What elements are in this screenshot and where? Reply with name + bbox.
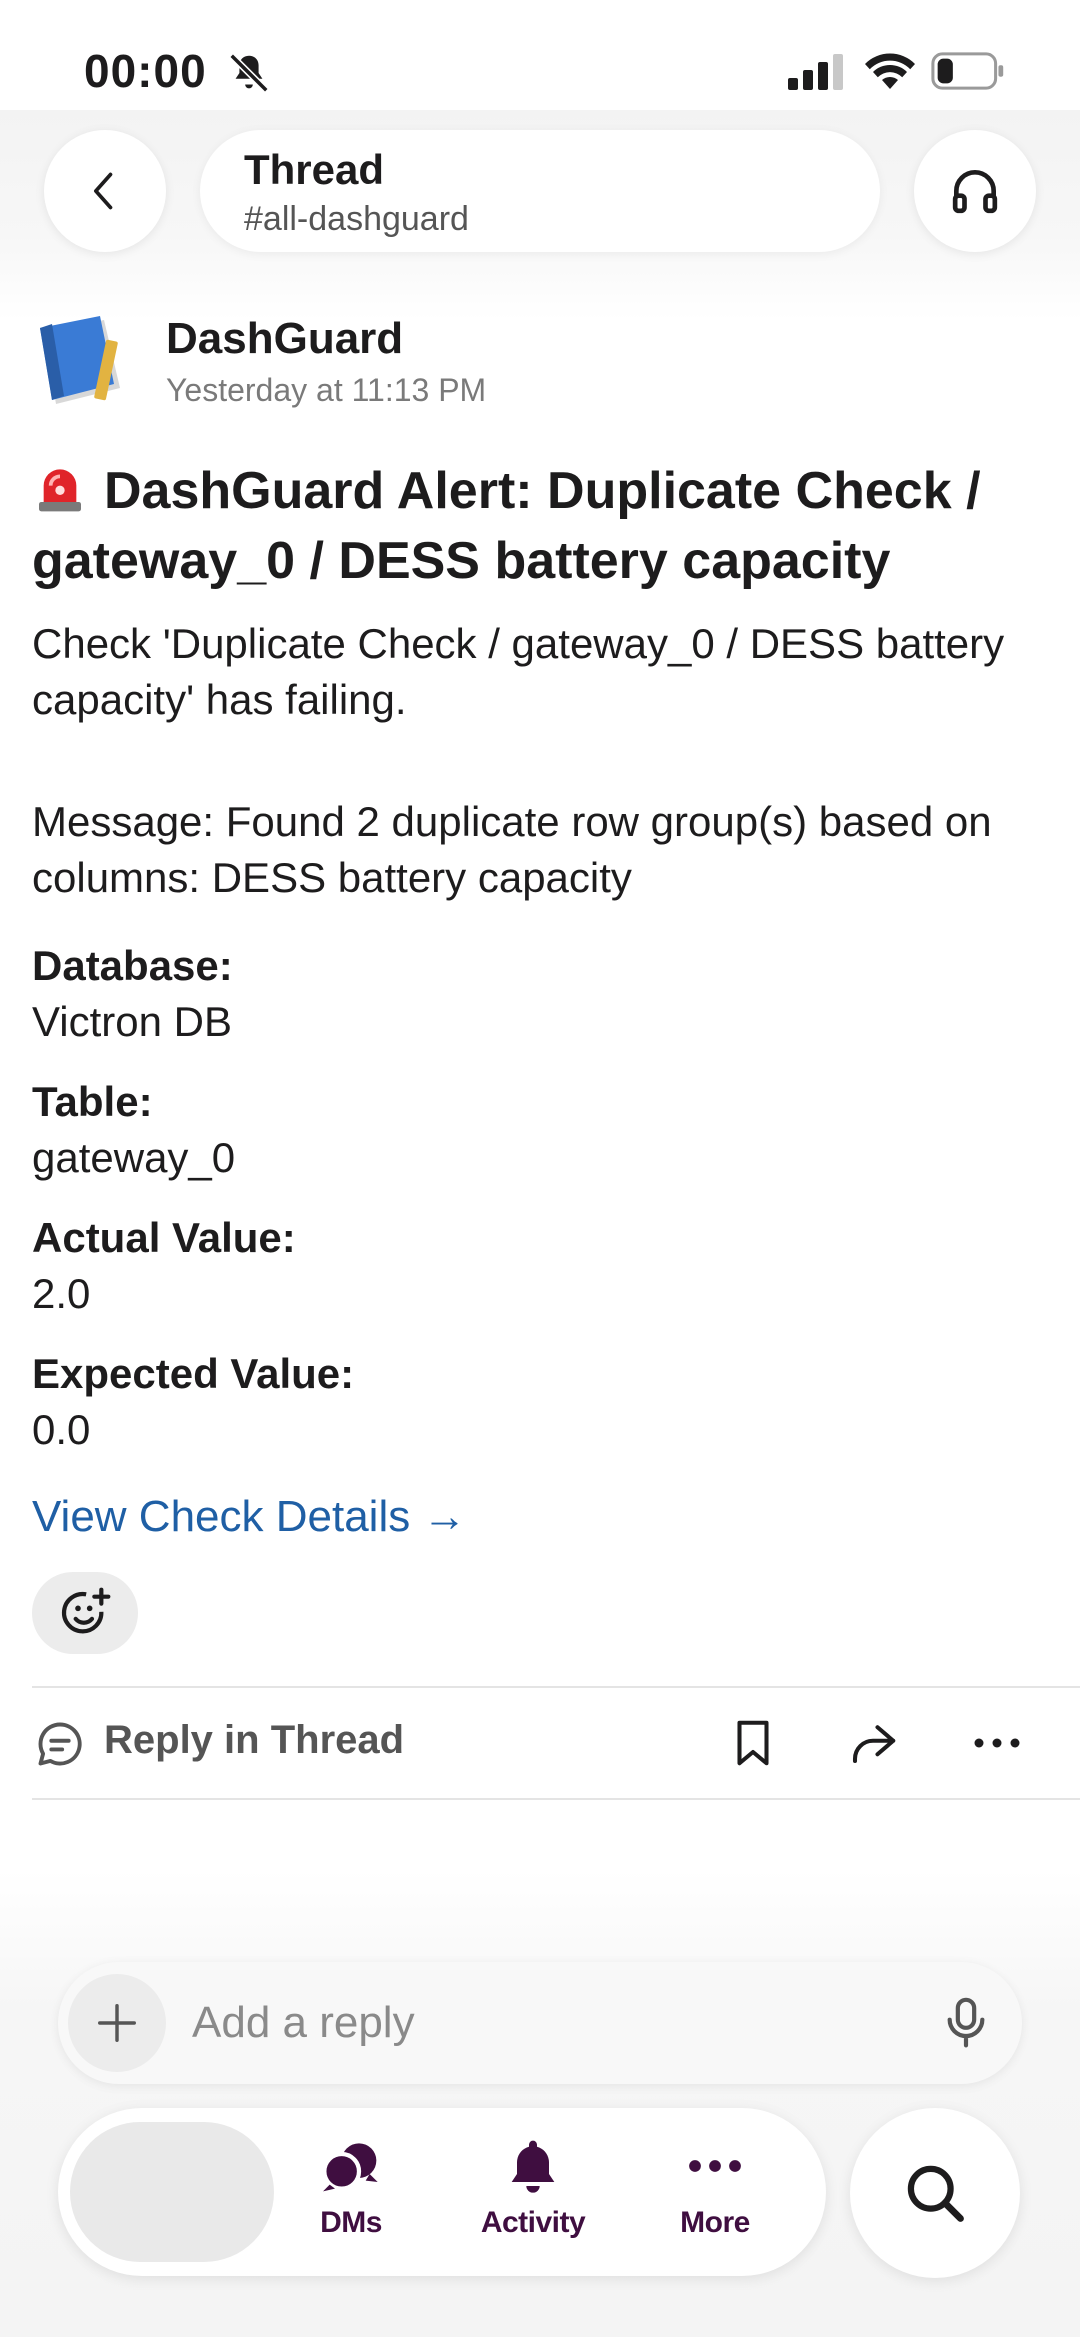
tab-activity[interactable]: Activity	[458, 2134, 608, 2254]
huddle-button[interactable]	[914, 130, 1036, 252]
divider	[32, 1686, 1080, 1688]
reply-composer	[58, 1962, 1022, 2084]
alert-title: DashGuard Alert: Duplicate Check / gatew…	[32, 456, 1042, 596]
activity-bell-icon	[511, 2140, 555, 2193]
divider	[32, 1798, 1080, 1800]
add-reaction-button[interactable]	[32, 1572, 138, 1654]
reply-in-thread-button[interactable]: Reply in Thread	[104, 1718, 404, 1763]
field-label-expected: Expected Value:	[32, 1350, 355, 1397]
message-timestamp: Yesterday at 11:13 PM	[166, 372, 487, 408]
bookmark-icon[interactable]	[726, 1716, 780, 1770]
thread-channel: #all-dashguard	[244, 200, 469, 238]
thread-title: Thread	[244, 146, 385, 193]
back-button[interactable]	[44, 130, 166, 252]
dms-icon	[322, 2143, 378, 2192]
signal-icon	[788, 54, 843, 90]
search-button[interactable]	[850, 2108, 1020, 2278]
thread-title-pill[interactable]: Thread #all-dashguard	[200, 130, 880, 252]
back-chevron-icon	[94, 172, 113, 210]
add-reaction-icon	[61, 1587, 111, 1634]
reply-input[interactable]	[190, 1992, 834, 2054]
tab-more-label: More	[680, 2206, 750, 2239]
message-body-line2: Message: Found 2 duplicate row group(s) …	[32, 798, 992, 901]
tab-dms[interactable]: DMs	[276, 2134, 426, 2254]
app-avatar[interactable]	[32, 312, 132, 412]
view-check-details-link[interactable]: View Check Details →	[32, 1492, 466, 1542]
field-label-database: Database:	[32, 942, 233, 989]
sender-name[interactable]: DashGuard	[166, 314, 403, 364]
wifi-icon	[865, 53, 915, 89]
tab-more[interactable]: More	[640, 2134, 790, 2254]
battery-icon	[931, 52, 1004, 90]
field-label-table: Table:	[32, 1078, 153, 1125]
attach-button[interactable]	[68, 1974, 166, 2072]
headphones-icon	[952, 170, 998, 214]
tab-home[interactable]	[70, 2122, 274, 2262]
field-value-table: gateway_0	[32, 1134, 236, 1181]
more-icon[interactable]	[970, 1716, 1024, 1770]
more-dots-icon	[689, 2160, 741, 2172]
field-label-actual: Actual Value:	[32, 1214, 296, 1261]
reply-thread-icon	[38, 1722, 82, 1766]
tab-dms-label: DMs	[320, 2206, 382, 2239]
plus-icon	[98, 2004, 136, 2042]
siren-icon	[39, 469, 81, 512]
share-icon[interactable]	[846, 1716, 900, 1770]
alert-title-text: DashGuard Alert: Duplicate Check / gatew…	[32, 462, 981, 590]
field-value-actual: 2.0	[32, 1270, 91, 1317]
tab-activity-label: Activity	[480, 2206, 586, 2239]
message-body-line1: Check 'Duplicate Check / gateway_0 / DES…	[32, 620, 1005, 723]
search-icon	[907, 2165, 964, 2222]
tab-bar: DMs Activity More	[58, 2108, 826, 2276]
field-value-database: Victron DB	[32, 998, 232, 1045]
bell-off-icon	[229, 53, 269, 93]
status-time: 00:00	[84, 45, 207, 97]
field-value-expected: 0.0	[32, 1406, 91, 1453]
microphone-icon[interactable]	[938, 1994, 994, 2050]
